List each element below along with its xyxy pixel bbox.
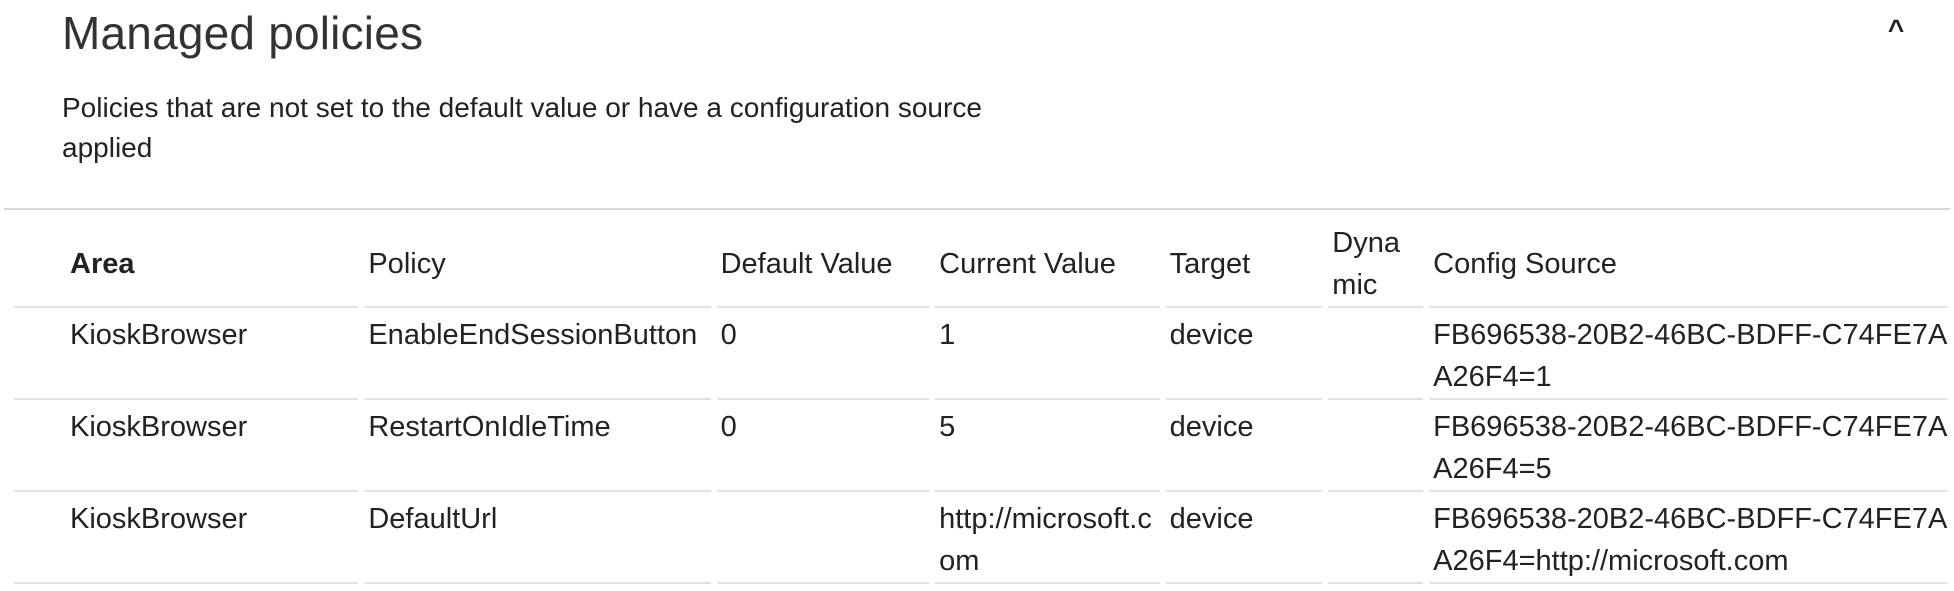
cell-policy: RestartOnIdleTime bbox=[364, 400, 711, 492]
collapse-chevron-up-icon[interactable]: ^ bbox=[1876, 10, 1916, 50]
cell-config-source: FB696538-20B2-46BC-BDFF-C74FE7AA26F4=1 bbox=[1429, 308, 1948, 400]
cell-config-source: FB696538-20B2-46BC-BDFF-C74FE7AA26F4=htt… bbox=[1429, 492, 1948, 584]
cell-policy: DefaultUrl bbox=[364, 492, 711, 584]
cell-default-value: 0 bbox=[716, 400, 930, 492]
cell-target: device bbox=[1165, 400, 1323, 492]
cell-area: KioskBrowser bbox=[14, 400, 359, 492]
column-header-policy: Policy bbox=[364, 222, 711, 308]
column-header-default-value: Default Value bbox=[716, 222, 930, 308]
table-header-row: Area Policy Default Value Current Value … bbox=[14, 222, 1948, 308]
column-header-dynamic: Dynamic bbox=[1328, 222, 1424, 308]
cell-current-value: http://microsoft.com bbox=[935, 492, 1160, 584]
cell-dynamic bbox=[1328, 492, 1424, 584]
column-header-config-source: Config Source bbox=[1429, 222, 1948, 308]
cell-target: device bbox=[1165, 492, 1323, 584]
section-divider bbox=[4, 208, 1950, 210]
table-row: KioskBrowser EnableEndSessionButton 0 1 … bbox=[14, 308, 1948, 400]
managed-policies-table: Area Policy Default Value Current Value … bbox=[8, 222, 1954, 584]
cell-dynamic bbox=[1328, 400, 1424, 492]
cell-dynamic bbox=[1328, 308, 1424, 400]
section-title: Managed policies bbox=[62, 7, 424, 59]
cell-area: KioskBrowser bbox=[14, 308, 359, 400]
cell-area: KioskBrowser bbox=[14, 492, 359, 584]
column-header-target: Target bbox=[1165, 222, 1323, 308]
section-description: Policies that are not set to the default… bbox=[62, 92, 982, 163]
cell-config-source: FB696538-20B2-46BC-BDFF-C74FE7AA26F4=5 bbox=[1429, 400, 1948, 492]
table-row: KioskBrowser RestartOnIdleTime 0 5 devic… bbox=[14, 400, 1948, 492]
cell-policy: EnableEndSessionButton bbox=[364, 308, 711, 400]
table-row: KioskBrowser DefaultUrl http://microsoft… bbox=[14, 492, 1948, 584]
cell-default-value: 0 bbox=[716, 308, 930, 400]
cell-current-value: 5 bbox=[935, 400, 1160, 492]
column-header-current-value: Current Value bbox=[935, 222, 1160, 308]
cell-target: device bbox=[1165, 308, 1323, 400]
cell-default-value bbox=[716, 492, 930, 584]
column-header-area: Area bbox=[14, 222, 359, 308]
cell-current-value: 1 bbox=[935, 308, 1160, 400]
